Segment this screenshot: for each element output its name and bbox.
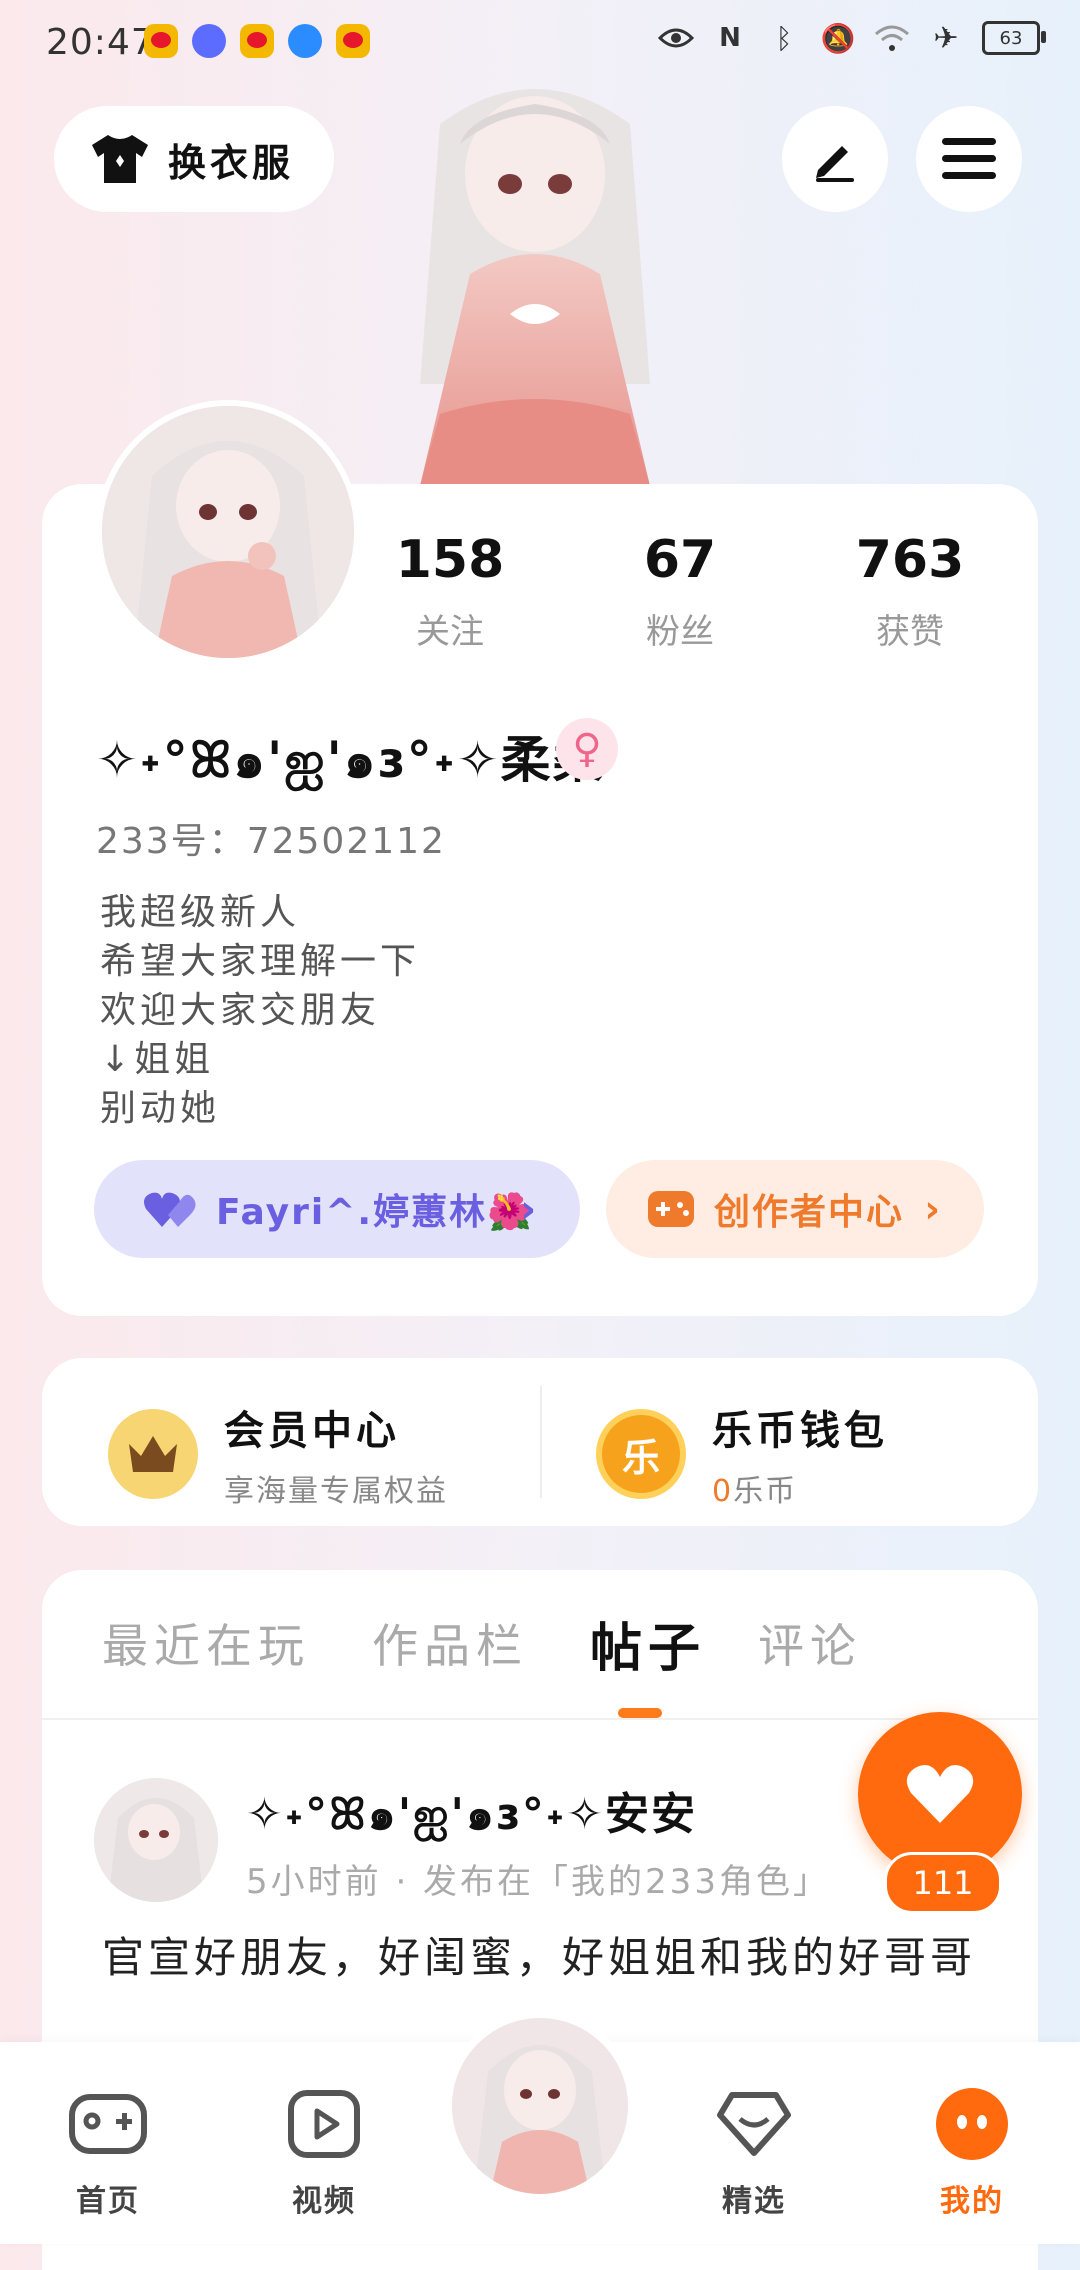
guild-label: Fayri^.婷蕙林🌺 <box>216 1192 534 1233</box>
battery-icon: 63 <box>982 21 1046 55</box>
notification-icons <box>144 24 370 58</box>
bluetooth-icon: ᛒ <box>775 21 793 55</box>
hamburger-icon <box>942 138 996 179</box>
browser-icon <box>288 24 322 58</box>
post-author-name[interactable]: ✧˖°ꕤ๑'ஐ'๑ɜ°˖✧安安 <box>246 1778 697 1849</box>
vip-subtitle: 享海量专属权益 <box>224 1474 448 1509</box>
tab-bar: 最近在玩 作品栏 帖子 评论 <box>42 1610 1038 1679</box>
airplane-icon: ✈ <box>933 20 959 56</box>
tab-posts[interactable]: 帖子 <box>590 1606 706 1681</box>
character-avatar <box>452 2018 628 2194</box>
face-icon <box>930 2082 1014 2166</box>
vip-center-entry[interactable]: 会员中心 享海量专属权益 <box>108 1398 448 1510</box>
menu-button[interactable] <box>916 106 1022 212</box>
nav-featured-label: 精选 <box>722 2184 786 2219</box>
character-hero-image[interactable] <box>350 84 720 486</box>
bio-line: ↓姐姐 <box>100 1039 215 1080</box>
shirt-icon <box>92 135 148 183</box>
nav-mine-label: 我的 <box>940 2184 1004 2219</box>
nav-home-label: 首页 <box>76 2184 140 2219</box>
change-outfit-button[interactable]: 换衣服 <box>54 106 334 212</box>
wallet-entry[interactable]: 乐 乐币钱包 0乐币 <box>596 1398 888 1510</box>
tab-recent-play[interactable]: 最近在玩 <box>102 1610 310 1676</box>
vip-title: 会员中心 <box>224 1408 400 1454</box>
followers-count: 67 <box>643 530 717 590</box>
wallet-balance: 0乐币 <box>712 1466 888 1510</box>
post-author-avatar[interactable] <box>94 1778 218 1902</box>
wallet-amount: 0 <box>712 1474 734 1509</box>
nfc-icon: N <box>719 23 741 53</box>
stat-following[interactable]: 158 关注 <box>360 530 540 653</box>
nav-home[interactable]: 首页 <box>48 2082 168 2220</box>
nav-mine[interactable]: 我的 <box>912 2082 1032 2220</box>
guild-button[interactable]: Fayri^.婷蕙林🌺 › <box>94 1160 580 1258</box>
following-label: 关注 <box>416 612 484 652</box>
bio-line: 希望大家理解一下 <box>100 941 421 982</box>
nav-video-label: 视频 <box>292 2184 356 2219</box>
gamepad-plus-icon <box>648 1191 694 1227</box>
music-icon <box>192 24 226 58</box>
post-text[interactable]: 官宣好朋友，好闺蜜，好姐姐和我的好哥哥 <box>102 1930 1002 1986</box>
likes-label: 获赞 <box>876 612 944 652</box>
tab-comments[interactable]: 评论 <box>758 1610 862 1676</box>
nav-center-character-button[interactable] <box>444 2010 636 2202</box>
active-tab-indicator <box>618 1708 662 1718</box>
hearts-icon <box>144 1192 196 1227</box>
heart-icon <box>906 1765 974 1823</box>
followers-label: 粉丝 <box>646 612 714 652</box>
likes-count: 763 <box>855 530 965 590</box>
heart-diamond-icon <box>712 2082 796 2166</box>
mute-icon: 🔕 <box>820 21 856 55</box>
wallet-title: 乐币钱包 <box>712 1408 888 1454</box>
vip-wallet-card: 会员中心 享海量专属权益 乐 乐币钱包 0乐币 <box>42 1358 1038 1526</box>
gamepad-icon <box>66 2082 150 2166</box>
stat-followers[interactable]: 67 粉丝 <box>590 530 770 653</box>
stat-likes[interactable]: 763 获赞 <box>820 530 1000 653</box>
tab-divider <box>42 1718 1038 1720</box>
following-count: 158 <box>395 530 505 590</box>
bio-line: 别动她 <box>100 1088 221 1129</box>
female-icon: ♀ <box>556 718 618 780</box>
wallet-unit: 乐币 <box>733 1474 798 1509</box>
chevron-right-icon: › <box>924 1187 940 1231</box>
profile-uid[interactable]: 233号：72502112 <box>96 812 446 864</box>
weibo-icon <box>144 24 178 58</box>
le-coin-icon: 乐 <box>596 1409 686 1499</box>
play-icon <box>282 2082 366 2166</box>
status-bar: 20:47 N ᛒ 🔕 ✈ 63 <box>0 0 1080 84</box>
weibo-icon <box>240 24 274 58</box>
tab-works[interactable]: 作品栏 <box>372 1610 528 1676</box>
bio-line: 欢迎大家交朋友 <box>100 990 381 1031</box>
profile-avatar[interactable] <box>96 400 360 664</box>
bio-line: 我超级新人 <box>100 892 301 933</box>
weibo-icon <box>336 24 370 58</box>
creator-center-button[interactable]: 创作者中心 › <box>606 1160 984 1258</box>
creator-center-label: 创作者中心 <box>714 1192 905 1233</box>
profile-nickname: ✧˖°ꕤ๑'ஐ'๑ɜ°˖✧柔柔 <box>96 731 605 789</box>
crown-icon <box>108 1409 198 1499</box>
system-icons: N ᛒ 🔕 ✈ 63 <box>658 20 1046 56</box>
status-time: 20:47 <box>46 22 155 63</box>
chevron-right-icon: › <box>520 1187 536 1231</box>
divider <box>540 1386 542 1498</box>
coin-char: 乐 <box>621 1435 660 1480</box>
edit-button[interactable] <box>782 106 888 212</box>
battery-level: 63 <box>999 27 1023 49</box>
change-outfit-label: 换衣服 <box>168 140 295 185</box>
nav-featured[interactable]: 精选 <box>694 2082 814 2220</box>
wifi-icon <box>874 20 910 56</box>
eye-icon <box>658 20 694 56</box>
post-meta: 5小时前 · 发布在「我的233角色」 <box>246 1862 830 1902</box>
nav-video[interactable]: 视频 <box>264 2082 384 2220</box>
profile-bio: 我超级新人 希望大家理解一下 欢迎大家交朋友 ↓姐姐 别动她 <box>100 888 420 1133</box>
like-count-badge[interactable]: 111 <box>884 1852 1002 1914</box>
pencil-icon <box>816 146 854 182</box>
